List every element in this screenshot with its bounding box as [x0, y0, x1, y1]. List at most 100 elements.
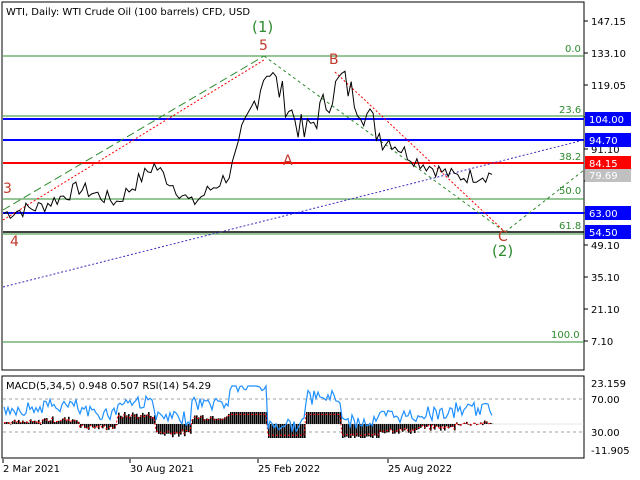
wave-label-2: (2) — [492, 242, 513, 260]
macd-bar — [280, 424, 282, 438]
macd-bar — [44, 418, 46, 424]
wave-label-1: (1) — [252, 18, 273, 36]
tag-54-50-label: 54.50 — [589, 228, 618, 239]
macd-bar — [384, 424, 386, 434]
macd-bar — [414, 424, 416, 434]
macd-bar — [352, 424, 354, 436]
macd-bar — [264, 412, 266, 424]
macd-bar — [490, 422, 492, 424]
macd-bar — [408, 424, 410, 433]
macd-bar — [244, 412, 246, 424]
macd-bar — [420, 424, 422, 428]
macd-bar — [162, 424, 164, 435]
macd-bar — [128, 414, 130, 424]
macd-bar — [240, 412, 242, 424]
price-tick: 147.15 — [591, 17, 626, 28]
macd-bar — [166, 424, 168, 434]
macd-bar — [96, 424, 98, 427]
macd-bar — [256, 412, 258, 424]
macd-bar — [288, 424, 290, 438]
macd-bar — [24, 421, 26, 424]
macd-bar — [196, 415, 198, 424]
macd-bar — [232, 412, 234, 424]
macd-bar — [358, 424, 360, 437]
macd-bar — [310, 412, 312, 424]
fib-label-0: 0.0 — [565, 44, 581, 55]
macd-bar — [118, 412, 120, 424]
macd-bar — [180, 424, 182, 435]
price-tick: 21.10 — [591, 305, 620, 316]
macd-bar — [318, 412, 320, 424]
macd-bar — [158, 424, 160, 434]
level-tags: 104.00 94.70 84.15 79.69 63.00 54.50 — [585, 112, 631, 239]
macd-bar — [136, 413, 138, 424]
macd-bar — [314, 412, 316, 424]
macd-bar — [386, 424, 388, 433]
macd-bar — [438, 424, 440, 428]
macd-bar — [80, 424, 82, 428]
price-tick: 119.05 — [591, 81, 626, 92]
macd-bar — [336, 412, 338, 424]
macd-bar — [148, 412, 150, 424]
fib-label-100: 100.0 — [551, 330, 580, 341]
macd-bar — [146, 414, 148, 424]
wave-label-a: A — [283, 153, 293, 169]
price-tick: 133.10 — [591, 49, 626, 60]
macd-bar — [394, 424, 396, 434]
fib-label-23-6: 23.6 — [559, 105, 581, 116]
macd-bar — [286, 424, 288, 438]
macd-bar — [58, 420, 60, 424]
macd-bar — [338, 412, 340, 424]
fib-label-61-8: 61.8 — [559, 221, 581, 232]
macd-bar — [124, 412, 126, 424]
indicator-tick: 23.159 — [591, 379, 626, 390]
macd-bar — [446, 424, 448, 427]
trading-chart[interactable]: 0.0 23.6 38.2 50.0 61.8 100.0 (1) 5 B A … — [0, 0, 640, 480]
macd-bar — [160, 424, 162, 435]
tag-94-70-label: 94.70 — [589, 136, 618, 147]
indicator-axis: 23.159 70.00 30.00 -11.905 — [591, 379, 630, 457]
macd-bar — [72, 419, 74, 424]
macd-bar — [132, 412, 134, 424]
macd-bar — [442, 424, 444, 427]
macd-bar — [332, 412, 334, 424]
time-label: 25 Aug 2022 — [388, 464, 452, 475]
macd-bar — [226, 416, 228, 424]
macd-bar — [418, 424, 420, 430]
macd-bar — [316, 412, 318, 424]
macd-bar — [178, 424, 180, 437]
time-axis: 2 Mar 2021 30 Aug 2021 25 Feb 2022 25 Au… — [2, 459, 452, 475]
macd-bar — [236, 412, 238, 424]
macd-bar — [114, 424, 116, 429]
price-axis: 147.15 133.10 119.05 91.10 49.10 35.10 2… — [584, 17, 626, 348]
fib-label-38-2: 38.2 — [559, 152, 581, 163]
macd-bar — [334, 412, 336, 424]
macd-bar — [306, 412, 308, 424]
macd-bar — [342, 424, 344, 438]
macd-bar — [404, 424, 406, 431]
macd-bar — [86, 424, 88, 429]
macd-bar — [260, 412, 262, 424]
macd-bar — [406, 424, 408, 429]
indicator-tick: 30.00 — [591, 428, 620, 439]
macd-bar — [320, 412, 322, 424]
macd-bar — [12, 421, 14, 424]
wave-label-b: B — [329, 52, 339, 68]
macd-bar — [324, 412, 326, 424]
macd-bar — [258, 412, 260, 424]
macd-bar — [270, 424, 272, 438]
indicator-tick: -11.905 — [591, 446, 630, 457]
macd-bar — [164, 424, 166, 436]
time-label: 25 Feb 2022 — [258, 464, 320, 475]
macd-bar — [322, 412, 324, 424]
tag-63-label: 63.00 — [589, 209, 618, 220]
macd-bar — [410, 424, 412, 434]
macd-bar — [248, 412, 250, 424]
macd-bar — [376, 424, 378, 438]
macd-bar — [400, 424, 402, 430]
macd-bar — [302, 424, 304, 438]
price-panel[interactable] — [1, 1, 585, 371]
price-tick: 49.10 — [591, 241, 620, 252]
macd-bar — [144, 414, 146, 424]
macd-bar — [100, 424, 102, 426]
